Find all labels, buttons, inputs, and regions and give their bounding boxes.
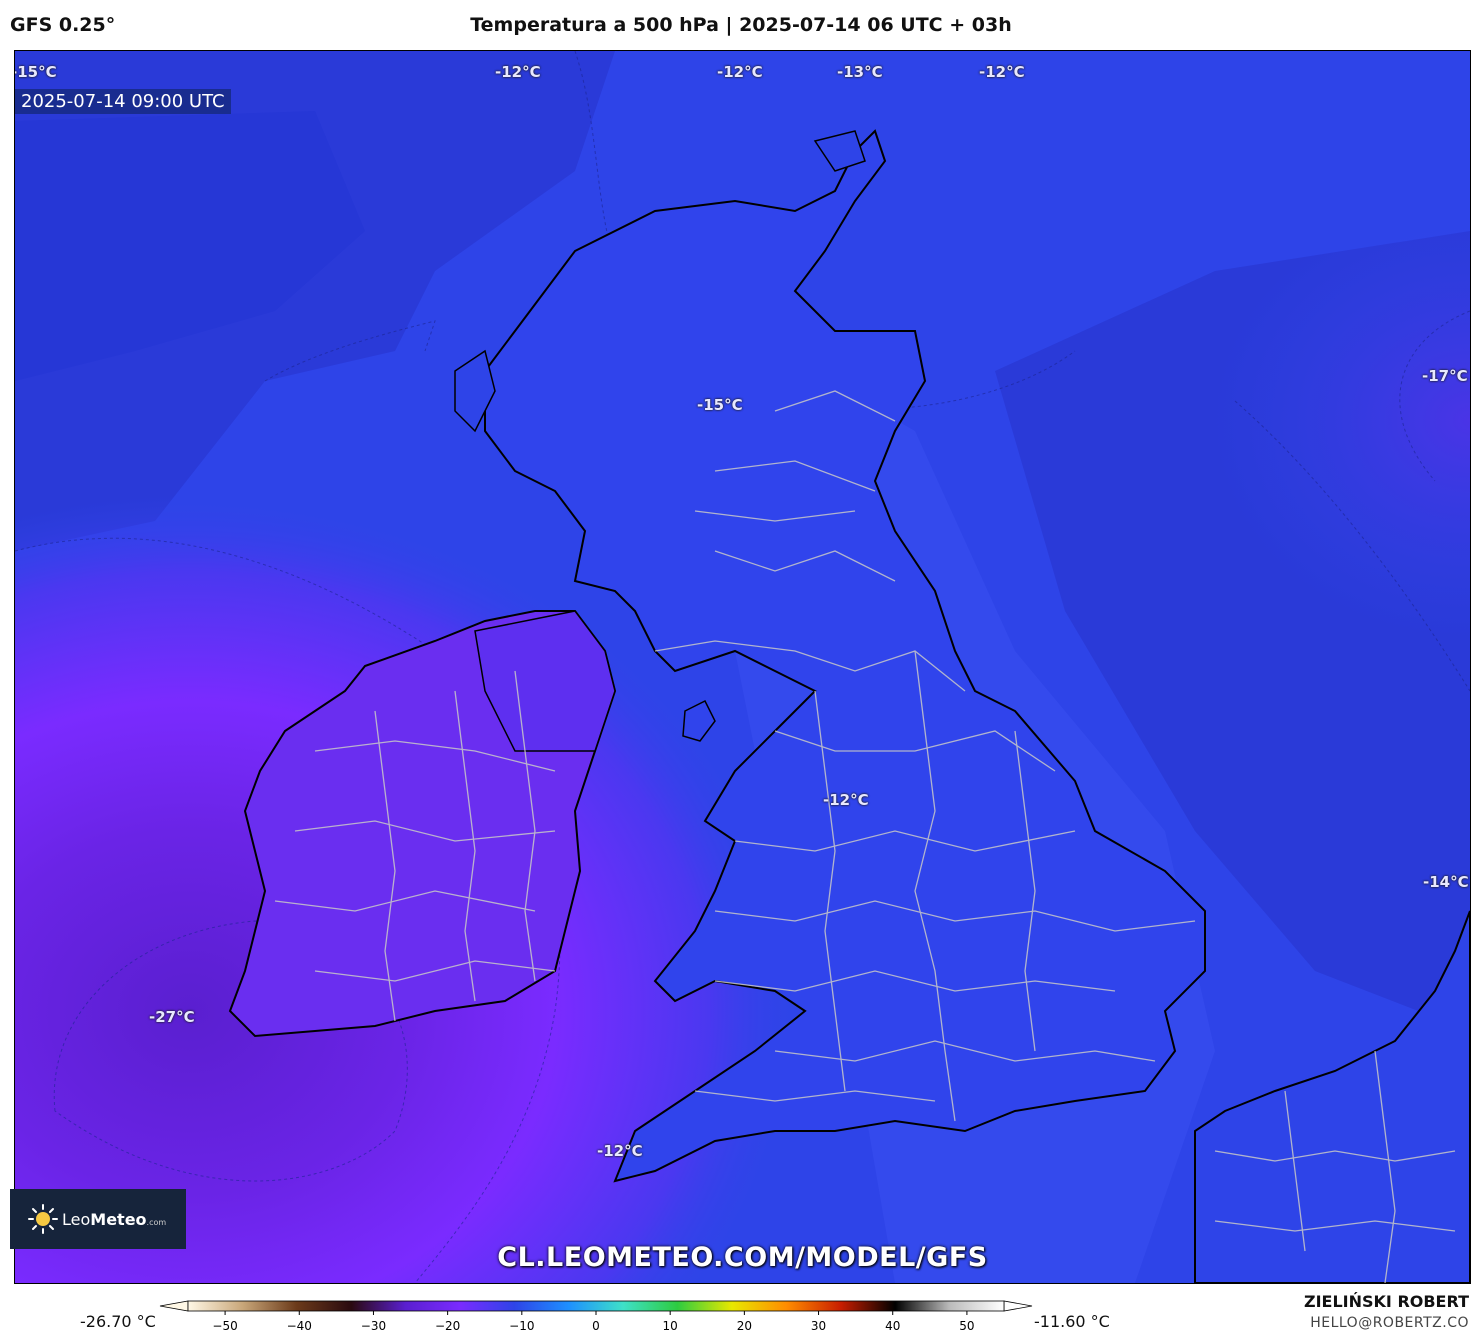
colorbar-tick-label: 20 [737,1319,752,1333]
colorbar-arrow-left [159,1300,189,1312]
isotherm-label: -13°C [837,63,883,81]
colorbar-tick-label: 30 [811,1319,826,1333]
colorbar: −50 −40 −30 −20 −10 0 10 20 30 40 50 [159,1300,1033,1333]
isotherm-label: -27°C [149,1008,195,1026]
valid-time: 2025-07-14 09:00 UTC [15,89,231,114]
sun-icon [28,1204,58,1234]
temperature-map[interactable]: 2025-07-14 09:00 UTC -15°C -12°C -12°C -… [14,50,1471,1284]
isotherm-label: -12°C [823,791,869,809]
isotherm-label: -14°C [1423,873,1469,891]
source-watermark: CL.LEOMETEO.COM/MODEL/GFS [497,1242,988,1273]
isotherm-label: -12°C [597,1142,643,1160]
isotherm-label: -17°C [1422,367,1468,385]
isotherm-label: -12°C [495,63,541,81]
logo-text: LeoMeteo.com [62,1209,167,1229]
isotherm-label: -12°C [979,63,1025,81]
map-field [15,51,1470,1283]
map-title: Temperatura a 500 hPa | 2025-07-14 06 UT… [470,14,1012,36]
colorbar-tick-label: 50 [959,1319,974,1333]
isotherm-label: -12°C [717,63,763,81]
colorbar-min-label: -26.70 °C [80,1312,156,1331]
colorbar-max-label: -11.60 °C [1034,1312,1110,1331]
colorbar-tick-label: 10 [663,1319,678,1333]
colorbar-tick-label: −20 [435,1319,460,1333]
colorbar-tick-label: −50 [212,1319,237,1333]
author-name: ZIELIŃSKI ROBERT [1303,1292,1469,1311]
colorbar-tick-label: 0 [592,1319,600,1333]
colorbar-tick-label: −40 [287,1319,312,1333]
colorbar-tick-label: −10 [509,1319,534,1333]
colorbar-arrow-right [1003,1300,1033,1312]
author-email: HELLO@ROBERTZ.CO [1310,1315,1469,1331]
leometeo-logo[interactable]: LeoMeteo.com [10,1189,186,1249]
isotherm-label: -15°C [14,63,57,81]
colorbar-gradient [187,1300,1005,1312]
isotherm-label: -15°C [697,396,743,414]
colorbar-tick-label: 40 [885,1319,900,1333]
colorbar-tick-label: −30 [361,1319,386,1333]
